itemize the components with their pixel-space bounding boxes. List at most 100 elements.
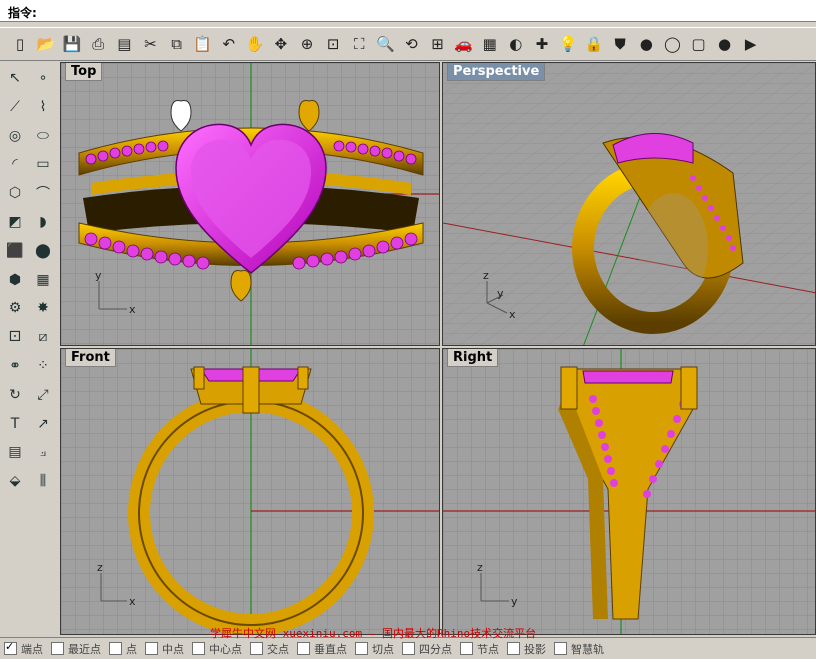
arc-icon[interactable]: ◜ <box>2 151 28 177</box>
osnap-toggle[interactable]: 中心点 <box>192 641 242 657</box>
command-prompt[interactable]: 指令: <box>0 4 816 22</box>
tool-grid: ↖ ∘ ⟋ ⌇ ◎ ⬭ ◜ ▭ ⬡ ⌒ ◩ ◗ ⬛ ⬤ ⬢ ▦ ⚙ ✸ ⚀ ⧄ ⚭ ⁘ ↻ ⤢ T ↗ ▤ ⟓ ⬙ ⫼ <box>2 65 58 497</box>
cut-icon[interactable]: ✂ <box>138 32 162 56</box>
ellipse-icon[interactable]: ⬭ <box>30 123 56 149</box>
axis-label-x: x <box>509 308 516 321</box>
grid <box>443 63 815 345</box>
osnap-checkbox[interactable] <box>51 642 64 655</box>
layer-icon[interactable]: ▤ <box>2 439 28 465</box>
new-file-icon[interactable]: ▯ <box>8 32 32 56</box>
shield-icon[interactable]: ⛊ <box>608 32 632 56</box>
rectangle-icon[interactable]: ▭ <box>30 151 56 177</box>
point-icon[interactable]: ∘ <box>30 65 56 91</box>
explode-icon[interactable]: ✸ <box>30 295 56 321</box>
curve-tools-icon[interactable]: ◐ <box>504 32 528 56</box>
gear-icon[interactable]: ⚙ <box>2 295 28 321</box>
grid-snap-icon[interactable]: ▦ <box>478 32 502 56</box>
osnap-toggle[interactable]: 垂直点 <box>297 641 347 657</box>
render-icon[interactable]: ⬙ <box>2 468 28 494</box>
wireframe-sphere-icon[interactable]: ◯ <box>660 32 684 56</box>
osnap-checkbox[interactable] <box>4 640 17 655</box>
zoom-window-icon[interactable]: ⊡ <box>321 32 345 56</box>
circle-icon[interactable]: ◎ <box>2 123 28 149</box>
right-view-canvas[interactable]: z y <box>443 349 816 635</box>
axis-label-x: x <box>129 303 136 316</box>
viewport-perspective[interactable]: Perspective z y x <box>442 62 816 346</box>
dimension-icon[interactable]: ↗ <box>30 411 56 437</box>
group-icon[interactable]: ⚭ <box>2 353 28 379</box>
osnap-toggle[interactable]: 切点 <box>355 641 394 657</box>
print-icon[interactable]: ⎙ <box>86 32 110 56</box>
polygon-icon[interactable]: ⬡ <box>2 180 28 206</box>
box-icon[interactable]: ⬛ <box>2 238 28 264</box>
undo-icon[interactable]: ↶ <box>217 32 241 56</box>
layout-icon[interactable]: ▤ <box>112 32 136 56</box>
osnap-toggle[interactable]: 智慧轨 <box>554 641 604 657</box>
polyline-icon[interactable]: ⟋ <box>2 94 28 120</box>
array-icon[interactable]: ⁘ <box>30 353 56 379</box>
sphere-icon[interactable]: ⬤ <box>30 238 56 264</box>
osnap-checkbox[interactable] <box>145 642 158 655</box>
viewport-label-front[interactable]: Front <box>65 349 116 367</box>
curve-icon[interactable]: ⌇ <box>30 94 56 120</box>
osnap-checkbox[interactable] <box>250 642 263 655</box>
osnap-checkbox[interactable] <box>355 642 368 655</box>
osnap-checkbox[interactable] <box>554 642 567 655</box>
line-dimension-icon[interactable]: ⫼ <box>30 468 56 494</box>
object-snap-icon[interactable]: ✚ <box>530 32 554 56</box>
osnap-toggle[interactable]: 最近点 <box>51 641 101 657</box>
text-icon[interactable]: T <box>2 411 28 437</box>
osnap-toggle[interactable]: 点 <box>109 641 137 657</box>
color-wheel-icon[interactable]: ● <box>634 32 658 56</box>
front-view-canvas[interactable]: z x <box>61 349 440 635</box>
fillet-icon[interactable]: ⌒ <box>30 180 56 206</box>
osnap-checkbox[interactable] <box>507 642 520 655</box>
osnap-toggle[interactable]: 交点 <box>250 641 289 657</box>
light-bulb-icon[interactable]: 💡 <box>556 32 580 56</box>
boolean-icon[interactable]: ⚀ <box>2 324 28 350</box>
render-sphere-icon[interactable]: ● <box>713 32 737 56</box>
viewport-top[interactable]: Top y x <box>60 62 440 346</box>
zoom-extents-icon[interactable]: ⛶ <box>347 32 371 56</box>
save-icon[interactable]: 💾 <box>60 32 84 56</box>
open-folder-icon[interactable]: 📂 <box>34 32 58 56</box>
osnap-toggle[interactable]: 投影 <box>507 641 546 657</box>
perspective-view-canvas[interactable]: z y x <box>443 63 816 346</box>
osnap-checkbox[interactable] <box>460 642 473 655</box>
paste-icon[interactable]: 📋 <box>191 32 215 56</box>
surface-edit-icon[interactable]: ◗ <box>30 209 56 235</box>
osnap-toggle[interactable]: 端点 <box>4 640 43 657</box>
car-icon[interactable]: 🚗 <box>452 32 476 56</box>
viewport-label-top[interactable]: Top <box>65 63 103 81</box>
four-viewports-icon[interactable]: ⊞ <box>426 32 450 56</box>
undo-view-icon[interactable]: ⟲ <box>399 32 423 56</box>
top-view-canvas[interactable]: y x <box>61 63 440 346</box>
rotate-view-icon[interactable]: ✥ <box>269 32 293 56</box>
blank-page-icon[interactable]: ▢ <box>686 32 710 56</box>
lock-icon[interactable]: 🔒 <box>582 32 606 56</box>
osnap-checkbox[interactable] <box>297 642 310 655</box>
viewport-label-perspective[interactable]: Perspective <box>447 63 546 81</box>
surface-icon[interactable]: ◩ <box>2 209 28 235</box>
osnap-toggle[interactable]: 中点 <box>145 641 184 657</box>
osnap-checkbox[interactable] <box>192 642 205 655</box>
viewport-front[interactable]: Front z x <box>60 348 440 635</box>
pan-hand-icon[interactable]: ✋ <box>243 32 267 56</box>
cylinder-icon[interactable]: ⬢ <box>2 267 28 293</box>
split-icon[interactable]: ⧄ <box>30 324 56 350</box>
copy-icon[interactable]: ⧉ <box>165 32 189 56</box>
zoom-selected-icon[interactable]: 🔍 <box>373 32 397 56</box>
analyze-icon[interactable]: ⟓ <box>30 439 56 465</box>
osnap-toggle[interactable]: 四分点 <box>402 641 452 657</box>
select-arrow-icon[interactable]: ↖ <box>2 65 28 91</box>
more-tools-icon[interactable]: ▶ <box>739 32 763 56</box>
mesh-icon[interactable]: ▦ <box>30 267 56 293</box>
viewport-label-right[interactable]: Right <box>447 349 499 367</box>
osnap-checkbox[interactable] <box>109 642 122 655</box>
viewport-right[interactable]: Right z y <box>442 348 816 635</box>
osnap-checkbox[interactable] <box>402 642 415 655</box>
rotate-icon[interactable]: ↻ <box>2 382 28 408</box>
scale-icon[interactable]: ⤢ <box>30 382 56 408</box>
osnap-toggle[interactable]: 节点 <box>460 641 499 657</box>
zoom-icon[interactable]: ⊕ <box>295 32 319 56</box>
